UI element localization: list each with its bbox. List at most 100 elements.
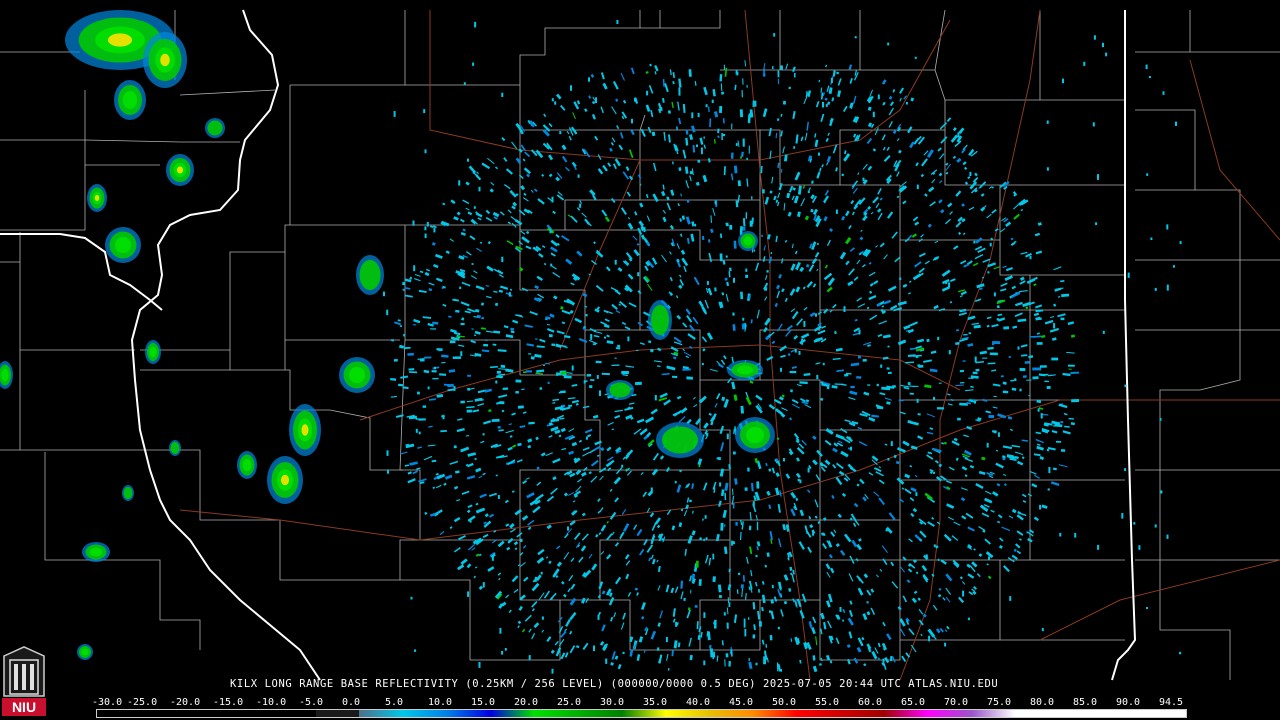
clutter-echo	[740, 291, 744, 300]
clutter-echo	[1017, 346, 1020, 350]
clutter-echo	[467, 158, 469, 162]
clutter-echo	[501, 651, 504, 655]
colorbar-bin	[490, 710, 535, 717]
clutter-echo	[724, 524, 726, 527]
clutter-echo	[583, 380, 586, 384]
clutter-echo	[822, 101, 824, 108]
clutter-echo	[736, 71, 739, 76]
colorbar-bin	[403, 710, 447, 717]
clutter-echo	[822, 362, 825, 366]
clutter-echo	[455, 309, 460, 313]
clutter-echo	[1083, 61, 1086, 66]
clutter-echo	[717, 128, 720, 134]
clutter-echo	[697, 112, 700, 118]
clutter-echo	[466, 409, 472, 413]
clutter-echo	[948, 282, 951, 288]
clutter-echo	[460, 322, 465, 326]
clutter-echo	[967, 617, 970, 621]
clutter-echo	[430, 328, 437, 330]
clutter-echo	[739, 109, 744, 118]
clutter-echo	[728, 568, 731, 573]
clutter-echo	[570, 85, 572, 91]
clutter-echo	[667, 110, 671, 114]
clutter-echo	[1159, 418, 1162, 421]
clutter-echo	[729, 267, 732, 272]
clutter-echo	[1039, 365, 1047, 368]
clutter-echo	[621, 371, 629, 374]
storm-cell	[301, 424, 309, 436]
clutter-echo	[752, 501, 755, 507]
clutter-echo	[722, 133, 726, 137]
clutter-echo	[777, 70, 780, 78]
clutter-echo	[872, 111, 875, 118]
clutter-echo	[741, 90, 743, 98]
clutter-echo	[798, 351, 801, 355]
clutter-echo	[515, 391, 519, 394]
clutter-echo	[424, 233, 427, 239]
clutter-echo	[794, 348, 797, 353]
colorbar-label: 90.0	[1116, 697, 1141, 708]
clutter-echo	[502, 349, 506, 352]
storm-cell	[107, 33, 133, 47]
clutter-echo	[723, 612, 726, 616]
clutter-echo	[777, 626, 781, 630]
clutter-echo	[460, 351, 463, 356]
clutter-echo	[696, 144, 698, 147]
clutter-echo	[957, 132, 960, 138]
clutter-echo	[748, 617, 750, 620]
clutter-echo	[1074, 533, 1077, 538]
clutter-echo	[386, 450, 389, 456]
clutter-echo	[742, 317, 745, 321]
clutter-echo	[650, 487, 653, 494]
clutter-echo	[1121, 513, 1124, 519]
storm-cell	[242, 458, 252, 472]
clutter-echo	[737, 572, 741, 576]
storm-cell	[207, 120, 223, 136]
clutter-echo	[387, 469, 389, 474]
clutter-echo	[424, 356, 432, 359]
clutter-echo	[856, 376, 862, 379]
clutter-echo	[482, 582, 485, 588]
clutter-echo	[993, 395, 997, 398]
clutter-echo	[1133, 522, 1136, 525]
clutter-echo	[1166, 224, 1169, 230]
clutter-echo	[899, 277, 902, 281]
clutter-echo	[571, 365, 574, 371]
colorbar-label: 70.0	[944, 697, 969, 708]
colorbar-label: -5.0	[299, 697, 324, 708]
colorbar-label: -25.0	[127, 697, 158, 708]
clutter-echo	[704, 515, 707, 519]
clutter-echo	[1002, 390, 1007, 393]
clutter-echo	[685, 129, 689, 135]
clutter-echo	[695, 560, 699, 568]
clutter-echo	[718, 594, 723, 599]
clutter-echo	[423, 109, 426, 114]
storm-cell	[170, 442, 180, 454]
clutter-echo	[730, 152, 734, 159]
colorbar-labels: -30.0 -25.0 -20.0 -15.0 -10.0 -5.0 0.0 5.0 10.0 1…	[92, 697, 1192, 709]
clutter-echo	[473, 206, 476, 209]
colorbar-label: -30.0	[92, 697, 123, 708]
clutter-echo	[687, 607, 691, 611]
clutter-echo	[1148, 76, 1151, 79]
clutter-echo	[761, 234, 763, 238]
colorbar-bin	[753, 710, 797, 717]
clutter-echo	[743, 618, 746, 628]
clutter-echo	[674, 480, 677, 484]
clutter-echo	[769, 610, 771, 613]
clutter-echo	[850, 385, 855, 389]
clutter-echo	[1102, 42, 1104, 48]
clutter-echo	[595, 97, 597, 103]
clutter-echo	[665, 637, 668, 643]
clutter-echo	[719, 253, 723, 262]
colorbar-bin	[1015, 710, 1186, 717]
clutter-echo	[755, 662, 758, 666]
clutter-echo	[596, 375, 599, 379]
clutter-echo	[758, 621, 762, 627]
clutter-echo	[962, 590, 965, 597]
reflectivity-colorbar	[96, 709, 1187, 718]
clutter-echo	[433, 366, 437, 370]
clutter-echo	[1150, 237, 1153, 240]
clutter-echo	[807, 190, 810, 193]
clutter-echo	[525, 370, 532, 373]
